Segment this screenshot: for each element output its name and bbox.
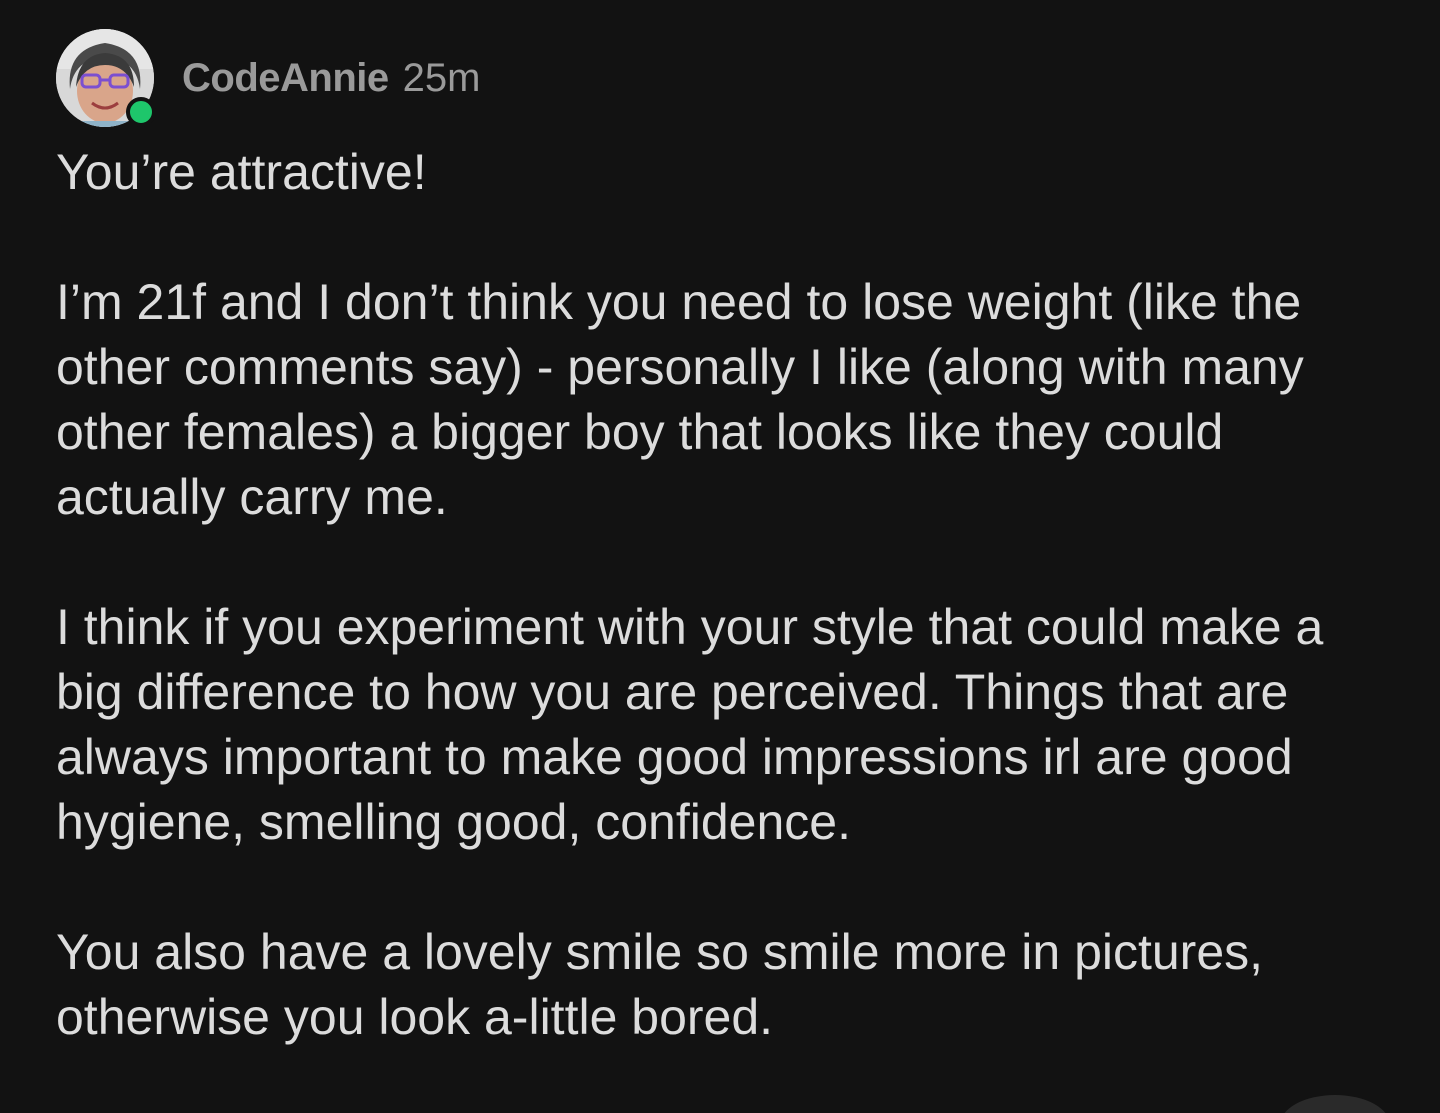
comment-paragraph-2: I’m 21f and I don’t think you need to lo… — [56, 274, 1304, 525]
username-link[interactable]: CodeAnnie — [182, 56, 389, 101]
comment-card: CodeAnnie 25m You’re attractive! I’m 21f… — [0, 0, 1440, 1113]
comment-timestamp: 25m — [402, 55, 481, 100]
online-status-icon — [126, 97, 156, 127]
comment-body: You’re attractive! I’m 21f and I don’t t… — [56, 140, 1396, 1113]
comment-paragraph-3: I think if you experiment with your styl… — [56, 599, 1324, 850]
comment-paragraph-4: You also have a lovely smile so smile mo… — [56, 924, 1264, 1045]
comment-meta: CodeAnnie 25m — [182, 56, 480, 101]
avatar-container[interactable] — [56, 29, 156, 127]
comment-header: CodeAnnie 25m — [56, 28, 480, 128]
comment-paragraph-1: You’re attractive! — [56, 144, 427, 200]
